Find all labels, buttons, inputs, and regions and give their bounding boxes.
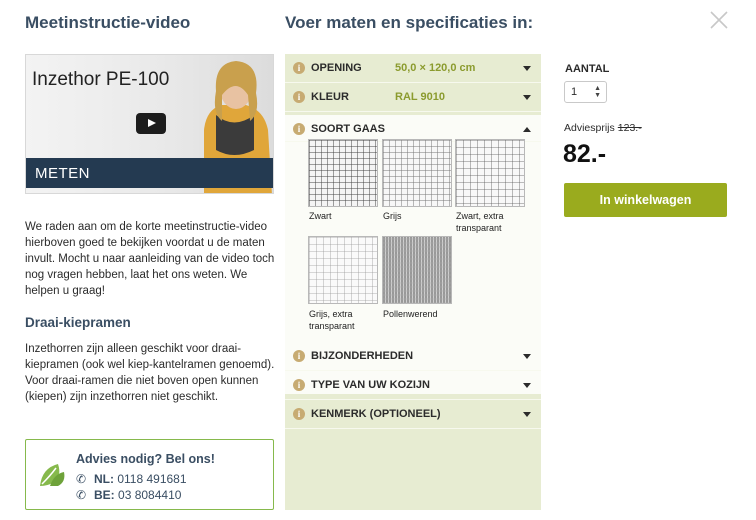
spec-section-title: Voer maten en specificaties in: (285, 13, 534, 32)
mesh-swatch-icon (383, 237, 451, 303)
gaas-option-grijs-extra-transparant[interactable] (308, 236, 378, 304)
info-icon[interactable]: i (293, 350, 305, 362)
spec-row-soort-gaas[interactable]: i SOORT GAAS (285, 115, 541, 142)
draai-kiepramen-heading: Draai-kiepramen (25, 315, 131, 330)
spec-row-bijzonderheden[interactable]: i BIJZONDERHEDEN (285, 342, 541, 371)
add-to-cart-button[interactable]: In winkelwagen (564, 183, 727, 217)
info-icon[interactable]: i (293, 123, 305, 135)
stepper-arrows-icon: ▲ ▼ (594, 85, 601, 99)
gaas-option-label: Grijs (383, 211, 402, 221)
gaas-option-pollenwerend[interactable] (382, 236, 452, 304)
spec-row-type-kozijn[interactable]: i TYPE VAN UW KOZIJN (285, 371, 541, 400)
spec-row-opening[interactable]: i OPENING 50,0 × 120,0 cm (285, 54, 541, 83)
opening-label: OPENING (311, 62, 362, 74)
gaas-option-label: Grijs, extra transparant (309, 309, 355, 331)
mesh-swatch-icon (383, 140, 451, 206)
phone-icon: ✆ (76, 472, 87, 486)
intro-text: We raden aan om de korte meetinstructie-… (25, 221, 275, 297)
phone-nl-label: NL: (94, 472, 114, 486)
phone-nl[interactable]: ✆ NL: 0118 491681 (76, 472, 187, 486)
gaas-option-label: Zwart, extra transparant (456, 211, 504, 233)
chevron-up-icon (523, 127, 531, 132)
play-button[interactable] (136, 113, 166, 134)
quantity-select[interactable]: 1 ▲ ▼ (564, 81, 607, 103)
bijzonderheden-label: BIJZONDERHEDEN (311, 350, 414, 362)
chevron-down-icon (523, 95, 531, 100)
phone-be[interactable]: ✆ BE: 03 8084410 (76, 488, 181, 502)
advies-old-price: 123.- (617, 122, 642, 134)
phone-be-number: 03 8084410 (118, 488, 182, 502)
phone-be-label: BE: (94, 488, 115, 502)
spec-row-kleur[interactable]: i KLEUR RAL 9010 (285, 83, 541, 112)
kenmerk-label: KENMERK (OPTIONEEL) (311, 408, 441, 420)
chevron-down-icon (523, 354, 531, 359)
gaas-option-zwart[interactable] (308, 139, 378, 207)
video-section-title: Meetinstructie-video (25, 13, 191, 32)
gaas-option-grijs[interactable] (382, 139, 452, 207)
mesh-swatch-icon (456, 140, 524, 206)
info-icon[interactable]: i (293, 379, 305, 391)
opening-value: 50,0 × 120,0 cm (395, 62, 476, 74)
gaas-option-label: Zwart (309, 211, 332, 221)
phone-nl-number: 0118 491681 (117, 472, 187, 486)
mesh-swatch-icon (309, 140, 377, 206)
current-price: 82.- (563, 140, 607, 168)
phone-icon: ✆ (76, 488, 87, 502)
close-icon[interactable] (709, 10, 729, 30)
draai-kiepramen-text: Inzethorren zijn alleen geschikt voor dr… (25, 343, 275, 403)
video-band-label: METEN (35, 165, 90, 182)
info-icon[interactable]: i (293, 62, 305, 74)
gaas-option-zwart-extra-transparant[interactable] (455, 139, 525, 207)
info-icon[interactable]: i (293, 91, 305, 103)
gaas-option-label: Pollenwerend (383, 309, 438, 319)
video-title: Inzethor PE-100 (32, 69, 170, 90)
mesh-swatch-icon (309, 237, 377, 303)
advies-price-label: Adviesprijs (564, 122, 615, 134)
quantity-label: AANTAL (565, 63, 610, 75)
advice-box: Advies nodig? Bel ons! ✆ NL: 0118 491681 … (25, 439, 274, 510)
type-kozijn-label: TYPE VAN UW KOZIJN (311, 379, 430, 391)
advies-price: Adviesprijs 123.- (564, 122, 642, 134)
soort-gaas-label: SOORT GAAS (311, 123, 385, 135)
chevron-down-icon (523, 66, 531, 71)
quantity-value: 1 (571, 86, 578, 98)
spec-panel: i OPENING 50,0 × 120,0 cm i KLEUR RAL 90… (285, 54, 541, 510)
leaf-logo-icon (40, 464, 65, 486)
info-icon[interactable]: i (293, 408, 305, 420)
chevron-down-icon (523, 383, 531, 388)
chevron-down-icon (523, 412, 531, 417)
kleur-value: RAL 9010 (395, 91, 445, 103)
advice-question: Advies nodig? Bel ons! (76, 452, 215, 466)
measurement-video[interactable]: Inzethor PE-100 METEN (25, 54, 274, 194)
spec-row-kenmerk[interactable]: i KENMERK (OPTIONEEL) (285, 400, 541, 429)
kleur-label: KLEUR (311, 91, 349, 103)
